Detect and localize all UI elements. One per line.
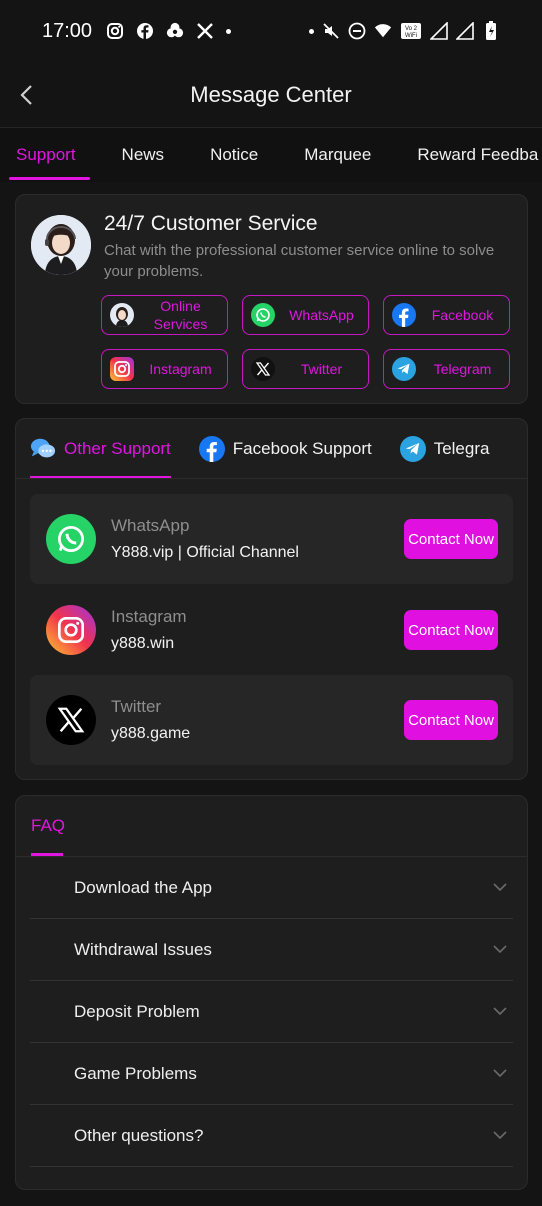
tab-telegram-support[interactable]: Telegra <box>386 419 504 478</box>
online-services-label: Online Services <box>153 298 208 332</box>
whatsapp-icon <box>251 303 275 327</box>
mute-icon <box>322 22 340 40</box>
tab-other-support[interactable]: Other Support <box>16 419 185 478</box>
faq-question: Game Problems <box>74 1063 197 1083</box>
support-channel-tabs: Other Support Facebook Support Telegra <box>16 419 527 479</box>
volte-wifi-icon: Vo 2 WiFi <box>400 22 422 40</box>
tab-support[interactable]: Support <box>0 128 99 182</box>
faq-item-game-problems[interactable]: Game Problems <box>30 1043 513 1105</box>
tab-reward-feedback[interactable]: Reward Feedba <box>394 128 542 182</box>
instagram-icon <box>110 357 134 381</box>
chevron-left-icon <box>20 85 32 105</box>
tab-news[interactable]: News <box>99 128 188 182</box>
contact-now-button[interactable]: Contact Now <box>404 700 498 740</box>
message-center-tabs: Support News Notice Marquee Reward Feedb… <box>0 128 542 182</box>
facebook-icon <box>198 435 225 462</box>
other-support-card: Other Support Facebook Support Telegra W… <box>15 418 528 780</box>
support-channel-value: Y888.vip | Official Channel <box>111 544 299 561</box>
instagram-notif-icon <box>106 22 124 40</box>
faq-item-download-app[interactable]: Download the App <box>30 857 513 919</box>
support-channel-name: Twitter <box>111 697 162 716</box>
dnd-icon <box>348 22 366 40</box>
svg-text:Vo 2: Vo 2 <box>405 26 418 32</box>
facebook-icon <box>392 303 416 327</box>
telegram-icon <box>399 435 426 462</box>
support-channel-value: y888.game <box>111 725 191 742</box>
whatsapp-icon <box>46 514 96 564</box>
chat-bubbles-icon <box>30 436 56 462</box>
faq-item-withdrawal-issues[interactable]: Withdrawal Issues <box>30 919 513 981</box>
facebook-notif-icon <box>136 22 154 40</box>
telegram-label: Telegram <box>433 361 492 377</box>
tab-facebook-support-label: Facebook Support <box>232 438 372 458</box>
twitter-label: Twitter <box>300 361 343 377</box>
tab-facebook-support[interactable]: Facebook Support <box>185 419 386 478</box>
tab-notice[interactable]: Notice <box>187 128 281 182</box>
support-row-whatsapp: WhatsApp Y888.vip | Official Channel Con… <box>30 494 513 584</box>
contact-now-button[interactable]: Contact Now <box>404 610 498 650</box>
contact-now-button[interactable]: Contact Now <box>404 519 498 559</box>
twitter-button[interactable]: Twitter <box>242 349 369 389</box>
customer-service-card: 24/7 Customer Service Chat with the prof… <box>15 194 528 404</box>
customer-service-description: Chat with the professional customer serv… <box>104 242 495 280</box>
more-notifications-dot <box>226 28 232 34</box>
chevron-down-icon <box>493 1131 507 1140</box>
whatsapp-button[interactable]: WhatsApp <box>242 295 369 335</box>
header-bar: Message Center <box>0 62 542 128</box>
online-services-button[interactable]: Online Services <box>101 295 228 335</box>
back-button[interactable] <box>14 82 38 108</box>
status-time: 17:00 <box>42 19 93 42</box>
x-twitter-icon <box>46 695 96 745</box>
signal-icon-2 <box>456 22 474 40</box>
faq-question: Other questions? <box>74 1125 204 1145</box>
wifi-icon <box>374 22 392 40</box>
faq-item-other-questions[interactable]: Other questions? <box>30 1105 513 1167</box>
notification-icons <box>106 22 232 40</box>
instagram-button[interactable]: Instagram <box>101 349 228 389</box>
chevron-down-icon <box>493 883 507 892</box>
faq-question: Withdrawal Issues <box>74 939 212 959</box>
app-notif-icon <box>166 22 184 40</box>
instagram-label: Instagram <box>149 361 212 377</box>
chevron-down-icon <box>493 945 507 954</box>
faq-card: FAQ Download the App Withdrawal Issues D… <box>15 795 528 1190</box>
system-icons: Vo 2 WiFi <box>309 21 500 40</box>
facebook-label: Facebook <box>431 307 494 323</box>
facebook-button[interactable]: Facebook <box>383 295 510 335</box>
tab-other-support-label: Other Support <box>64 438 171 458</box>
status-bar: 17:00 Vo 2 WiFi <box>0 0 542 62</box>
telegram-button[interactable]: Telegram <box>383 349 510 389</box>
signal-icon-1 <box>430 22 448 40</box>
support-row-instagram: Instagram y888.win Contact Now <box>30 585 513 675</box>
whatsapp-label: WhatsApp <box>289 307 354 323</box>
tab-marquee[interactable]: Marquee <box>281 128 394 182</box>
customer-service-title: 24/7 Customer Service <box>104 212 318 235</box>
faq-question: Download the App <box>74 877 212 897</box>
svg-text:WiFi: WiFi <box>405 33 417 39</box>
x-twitter-icon <box>251 357 275 381</box>
chevron-down-icon <box>493 1069 507 1078</box>
dot-indicator <box>309 28 314 34</box>
battery-icon <box>482 21 500 40</box>
instagram-icon <box>46 605 96 655</box>
agent-avatar-icon <box>110 303 134 327</box>
x-notif-icon <box>196 22 214 40</box>
chevron-down-icon <box>493 1007 507 1016</box>
faq-question: Deposit Problem <box>74 1001 200 1021</box>
agent-avatar <box>31 215 91 275</box>
support-row-twitter: Twitter y888.game Contact Now <box>30 675 513 765</box>
support-channel-name: WhatsApp <box>111 516 190 535</box>
support-channel-value: y888.win <box>111 635 175 652</box>
tab-telegram-support-label: Telegra <box>433 438 490 458</box>
faq-title[interactable]: FAQ <box>31 816 65 836</box>
page-title: Message Center <box>190 81 352 107</box>
telegram-icon <box>392 357 416 381</box>
support-channel-name: Instagram <box>111 607 187 626</box>
faq-item-deposit-problem[interactable]: Deposit Problem <box>30 981 513 1043</box>
